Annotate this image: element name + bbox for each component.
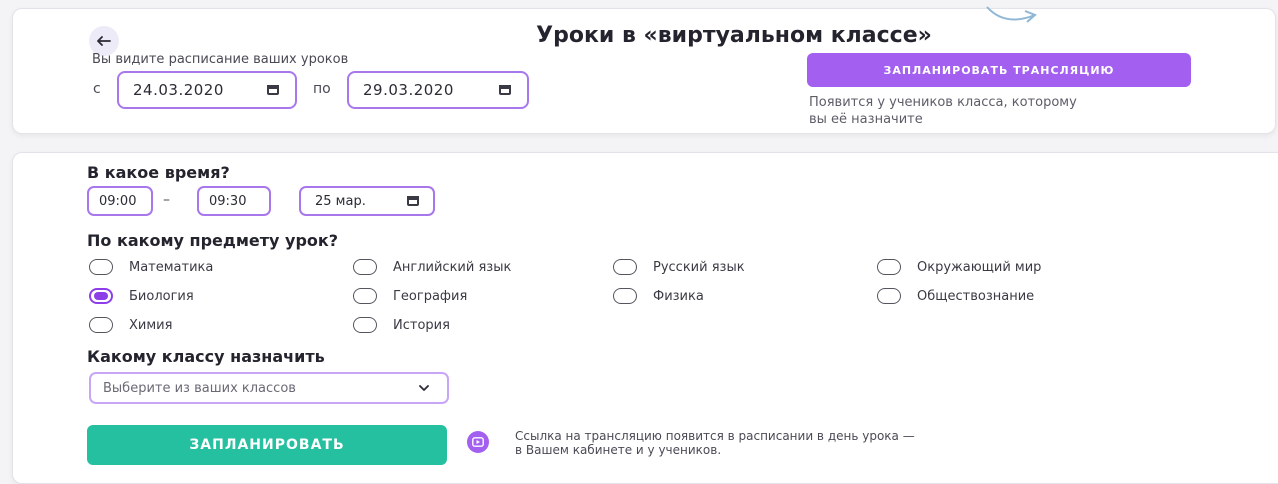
subject-label: Английский язык <box>393 259 512 275</box>
subject-label: Химия <box>129 317 173 333</box>
calendar-icon[interactable] <box>267 85 279 95</box>
radio-circle[interactable] <box>89 317 113 333</box>
calendar-icon[interactable] <box>407 196 419 206</box>
broadcast-note: Появится у учеников класса, которому вы … <box>809 94 1199 128</box>
radio-circle[interactable] <box>877 288 901 304</box>
info-line: в Вашем кабинете и у учеников. <box>515 443 722 457</box>
radio-circle[interactable] <box>353 259 377 275</box>
subject-label: Русский язык <box>653 259 745 275</box>
schedule-submit-button[interactable]: ЗАПЛАНИРОВАТЬ <box>87 425 447 465</box>
date-to-value: 29.03.2020 <box>363 81 454 99</box>
class-select[interactable]: Выберите из ваших классов <box>89 372 449 404</box>
subject-label: Биология <box>129 288 194 304</box>
subject-radio[interactable]: Обществознание <box>877 288 1034 304</box>
date-from-field[interactable]: 24.03.2020 <box>117 71 297 109</box>
subject-label: Физика <box>653 288 704 304</box>
class-section-title: Какому классу назначить <box>87 347 325 366</box>
date-to-label: по <box>313 81 331 97</box>
lesson-date-field[interactable]: 25 мар. <box>299 186 435 216</box>
date-from-label: с <box>93 81 101 97</box>
schedule-header-card: Уроки в «виртуальном классе» Вы видите р… <box>12 6 1276 134</box>
subject-radio[interactable]: Окружающий мир <box>877 259 1041 275</box>
subject-radio[interactable]: Математика <box>89 259 213 275</box>
subject-radio[interactable]: Физика <box>613 288 704 304</box>
lesson-date-value: 25 мар. <box>315 193 366 209</box>
video-play-icon <box>467 431 489 453</box>
radio-dot <box>94 292 108 300</box>
calendar-icon[interactable] <box>499 85 511 95</box>
subject-radio[interactable]: Английский язык <box>353 259 511 275</box>
radio-circle[interactable] <box>89 288 113 304</box>
time-start-field[interactable]: 09:00 <box>87 186 153 216</box>
date-from-value: 24.03.2020 <box>133 81 224 99</box>
time-end-field[interactable]: 09:30 <box>197 186 271 216</box>
broadcast-note-line: Появится у учеников класса, которому <box>809 95 1077 110</box>
subject-radio[interactable]: Русский язык <box>613 259 745 275</box>
radio-circle[interactable] <box>613 288 637 304</box>
subject-label: Окружающий мир <box>917 259 1042 275</box>
page-title: Уроки в «виртуальном классе» <box>536 23 932 48</box>
radio-circle[interactable] <box>89 259 113 275</box>
schedule-broadcast-button[interactable]: ЗАПЛАНИРОВАТЬ ТРАНСЛЯЦИЮ <box>807 53 1191 87</box>
lesson-form-card: В какое время? 09:00 – 09:30 25 мар. По … <box>12 152 1278 484</box>
broadcast-link-info: Ссылка на трансляцию появится в расписан… <box>515 429 915 457</box>
radio-circle[interactable] <box>353 317 377 333</box>
chevron-down-icon <box>419 385 429 391</box>
subject-radio[interactable]: География <box>353 288 467 304</box>
class-select-placeholder: Выберите из ваших классов <box>103 380 296 396</box>
subject-label: Обществознание <box>917 288 1035 304</box>
broadcast-note-line: вы её назначите <box>809 112 923 127</box>
date-to-field[interactable]: 29.03.2020 <box>347 71 529 109</box>
subject-radio-selected[interactable]: Биология <box>89 288 194 304</box>
subject-label: Математика <box>129 259 214 275</box>
page-subtitle: Вы видите расписание ваших уроков <box>92 52 349 67</box>
subject-label: География <box>393 288 468 304</box>
time-section-title: В какое время? <box>87 163 230 182</box>
radio-circle[interactable] <box>613 259 637 275</box>
time-separator: – <box>163 192 170 208</box>
radio-circle[interactable] <box>353 288 377 304</box>
info-line: Ссылка на трансляцию появится в расписан… <box>515 429 915 443</box>
radio-circle[interactable] <box>877 259 901 275</box>
subject-section-title: По какому предмету урок? <box>87 231 339 250</box>
subject-radio[interactable]: История <box>353 317 450 333</box>
subject-radio[interactable]: Химия <box>89 317 172 333</box>
subject-label: История <box>393 317 450 333</box>
